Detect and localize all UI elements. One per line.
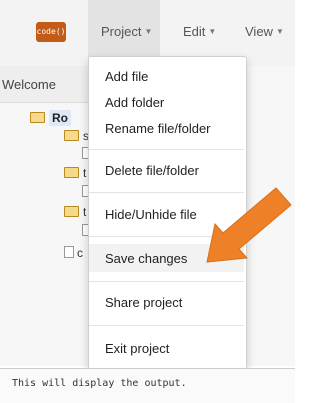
output-text: This will display the output. <box>12 378 187 389</box>
arrow-pointer-icon <box>206 187 292 263</box>
